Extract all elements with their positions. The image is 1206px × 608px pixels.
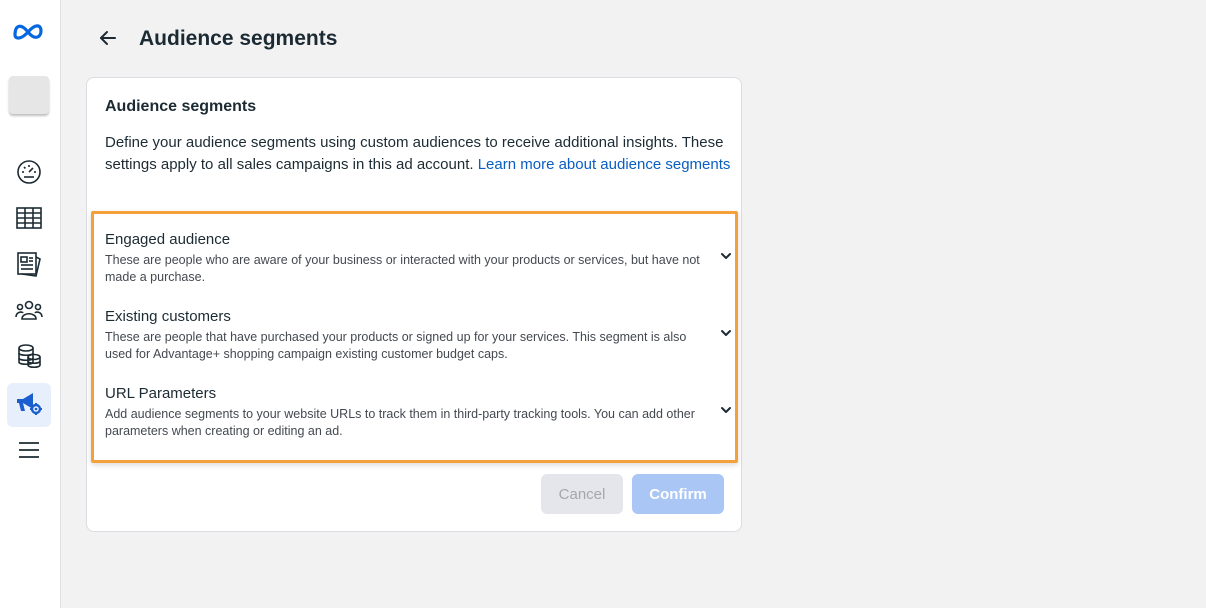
newspaper-icon	[16, 251, 42, 282]
audience-segments-card: Audience segments Define your audience s…	[86, 77, 742, 532]
segment-title: URL Parameters	[105, 385, 217, 402]
sidebar-item-menu[interactable]	[7, 430, 51, 474]
meta-logo-icon[interactable]	[11, 19, 45, 48]
gauge-icon	[16, 159, 42, 190]
learn-more-link[interactable]: Learn more about audience segments	[478, 156, 731, 173]
database-icon	[16, 343, 42, 374]
segment-existing-customers[interactable]: Existing customers These are people that…	[105, 308, 735, 378]
table-icon	[16, 206, 42, 234]
hamburger-menu-icon	[17, 440, 41, 465]
sidebar-item-database[interactable]	[7, 336, 51, 380]
megaphone-gear-icon	[15, 390, 43, 421]
sidebar-item-table[interactable]	[7, 198, 51, 242]
arrow-left-icon	[99, 30, 117, 51]
chevron-down-icon[interactable]	[719, 403, 733, 417]
page-title: Audience segments	[139, 27, 338, 50]
segment-title: Existing customers	[105, 308, 231, 325]
segment-description: Add audience segments to your website UR…	[105, 407, 695, 438]
chevron-down-icon[interactable]	[719, 249, 733, 263]
card-title: Audience segments	[105, 98, 257, 115]
segment-title: Engaged audience	[105, 231, 231, 248]
sidebar-item-people[interactable]	[7, 290, 51, 334]
cancel-button[interactable]: Cancel	[541, 474, 623, 514]
segment-description: These are people that have purchased you…	[105, 330, 687, 361]
segment-description: These are people who are aware of your b…	[105, 253, 700, 284]
back-button[interactable]	[95, 28, 121, 52]
chevron-down-icon[interactable]	[719, 326, 733, 340]
people-icon	[15, 299, 43, 326]
sidebar	[0, 0, 61, 608]
segment-url-parameters[interactable]: URL Parameters Add audience segments to …	[105, 385, 735, 455]
sidebar-item-newspaper[interactable]	[7, 244, 51, 288]
segment-engaged-audience[interactable]: Engaged audience These are people who ar…	[105, 231, 735, 301]
account-avatar[interactable]	[9, 76, 49, 114]
card-description: Define your audience segments using cust…	[105, 132, 735, 176]
sidebar-item-ads-manager[interactable]	[7, 383, 51, 427]
confirm-button[interactable]: Confirm	[632, 474, 724, 514]
sidebar-item-gauge[interactable]	[7, 152, 51, 196]
